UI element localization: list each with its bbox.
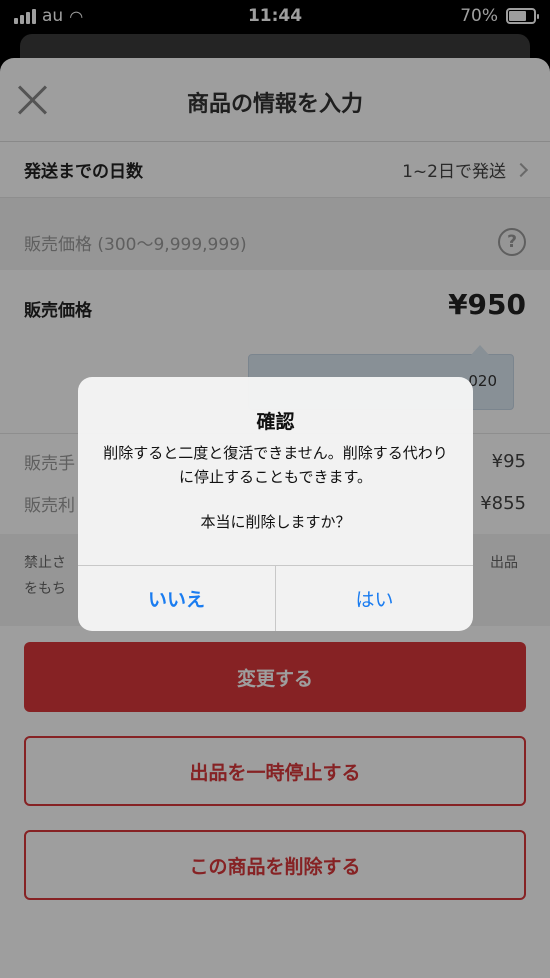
dialog-confirm-question: 本当に削除しますか？ <box>200 513 351 531</box>
confirm-delete-dialog: 確認 削除すると二度と復活できません。削除する代わりに停止することもできます。 … <box>78 377 473 631</box>
dialog-buttons: いいえ はい <box>78 565 473 631</box>
dialog-message: 削除すると二度と復活できません。削除する代わりに停止することもできます。 <box>103 444 448 486</box>
yes-button[interactable]: はい <box>276 566 473 631</box>
dialog-title: 確認 <box>256 411 295 433</box>
no-button[interactable]: いいえ <box>78 566 276 631</box>
